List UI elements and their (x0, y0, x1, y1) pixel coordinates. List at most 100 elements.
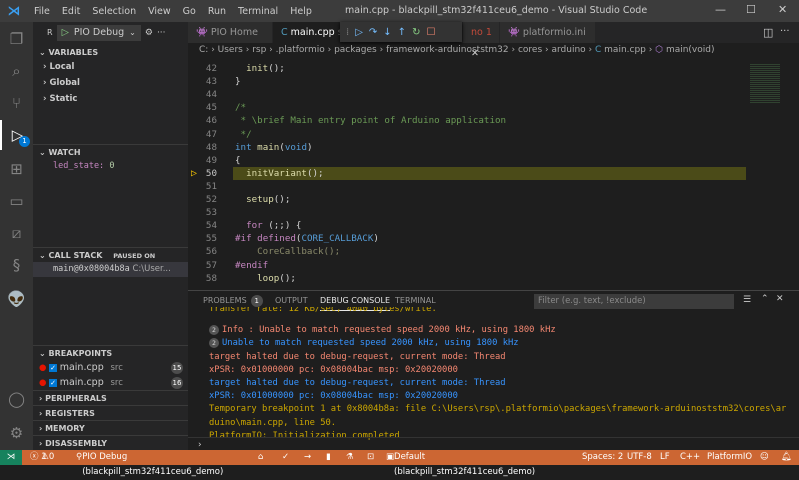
call-stack-frame[interactable]: main@0x08004b8a C:\User... (33, 262, 188, 277)
variables-static[interactable]: › Static (33, 92, 188, 107)
platformio-status[interactable]: PlatformIO (707, 450, 752, 465)
source-control-icon[interactable]: ⑂ (0, 88, 33, 118)
stop-icon[interactable]: ☐ (426, 27, 435, 38)
code-editor[interactable]: 42 init(); 43} 44 45/* 46 * \brief Main entr… (188, 62, 748, 288)
menu-selection[interactable]: Selection (86, 6, 142, 17)
maximize-panel-icon[interactable]: ⌃ (761, 294, 769, 304)
clean-trash-icon[interactable]: ▮ (326, 450, 331, 465)
tab-main-cpp[interactable]: C main.cpp s (273, 22, 343, 43)
registers-header[interactable]: › REGISTERS (33, 405, 188, 420)
menu-view[interactable]: View (142, 6, 177, 17)
environment-status[interactable]: ▣ Default (blackpill_stm32f411ceu6_demo) (386, 450, 535, 477)
debug-config-select[interactable]: ▷ PIO Debug ⌄ (56, 24, 141, 41)
debug-status[interactable]: ⚲ PIO Debug (blackpill_stm32f411ceu6_dem… (76, 450, 223, 477)
menu-edit[interactable]: Edit (56, 6, 86, 17)
code-line[interactable]: 47 */ (188, 128, 748, 141)
close-window-button[interactable]: ✕ (778, 3, 787, 16)
code-line[interactable]: 45 /* (188, 101, 748, 114)
extensions-icon[interactable]: ⊞ (0, 154, 33, 184)
build-check-icon[interactable]: ✓ (282, 450, 289, 465)
code-line[interactable]: 55 #if defined(CORE_CALLBACK) (188, 232, 748, 245)
tab-hidden[interactable]: no 1 ✕ (463, 22, 499, 59)
watch-header[interactable]: ⌄ WATCH (33, 144, 188, 159)
disassembly-header[interactable]: › DISASSEMBLY (33, 435, 188, 450)
code-line[interactable]: 56 CoreCallback(); (188, 245, 748, 258)
variables-header[interactable]: ⌄ VARIABLES (33, 45, 188, 60)
watch-item[interactable]: led_state: 0 (33, 159, 188, 174)
breadcrumb-item[interactable]: .platformio (276, 45, 325, 55)
menu-help[interactable]: Help (284, 6, 318, 17)
home-icon[interactable]: ⌂ (258, 450, 263, 465)
clear-console-icon[interactable]: ☰ (743, 295, 751, 305)
serial-icon[interactable]: § (0, 250, 33, 280)
problems-status[interactable]: ⓧ 1 ⚠ 0 (30, 450, 54, 465)
encoding-status[interactable]: UTF-8 (627, 450, 652, 465)
breakpoint-item[interactable]: ● ✓ main.cpp src 15 (33, 360, 188, 375)
breakpoints-header[interactable]: ⌄ BREAKPOINTS (33, 345, 188, 360)
start-debug-icon[interactable]: ▷ (62, 27, 69, 38)
settings-gear-icon[interactable]: ⚙ (0, 418, 33, 448)
notifications-bell-icon[interactable]: 🔔︎ (781, 450, 792, 465)
serial-monitor-icon[interactable]: ⊡ (367, 450, 374, 465)
variables-local[interactable]: › Local (33, 60, 188, 75)
tab-pio-home[interactable]: 👾 PIO Home (188, 22, 272, 43)
breadcrumb-item[interactable]: packages (334, 45, 377, 55)
account-icon[interactable]: ◯ (0, 384, 33, 414)
language-status[interactable]: C++ (680, 450, 700, 465)
breadcrumb-item[interactable]: cores (518, 45, 542, 55)
tab-platformio-ini[interactable]: 👾 platformio.ini (500, 22, 595, 43)
code-line[interactable]: 51 (188, 180, 748, 193)
code-line[interactable]: 54 for (;;) { (188, 219, 748, 232)
restart-icon[interactable]: ↻ (412, 27, 420, 38)
console-filter-input[interactable]: Filter (e.g. text, !exclude) (534, 294, 734, 309)
code-line[interactable]: 43} (188, 75, 748, 88)
platformio-icon[interactable]: 👽 (0, 284, 33, 314)
call-stack-header[interactable]: ⌄ CALL STACK PAUSED ON BREAKPOINT (33, 247, 188, 276)
close-panel-icon[interactable]: ✕ (776, 294, 784, 304)
code-line[interactable]: 52 setup(); (188, 193, 748, 206)
minimap[interactable] (748, 57, 799, 290)
console-input[interactable]: › (188, 437, 799, 451)
code-line[interactable]: 42 init(); (188, 62, 748, 75)
code-line[interactable]: ▷ 50 initVariant(); (188, 166, 748, 180)
terminal-icon[interactable]: ⧄ (0, 218, 33, 248)
code-line[interactable]: 48 int main(void) (188, 141, 748, 154)
split-editor-icon[interactable]: ◫ (763, 26, 773, 39)
gear-icon[interactable]: ⚙ (145, 28, 153, 38)
step-over-icon[interactable]: ↷ (369, 27, 377, 38)
more-actions-icon[interactable]: ··· (780, 26, 790, 37)
indentation-status[interactable]: Spaces: 2 (582, 450, 623, 465)
run-debug-icon[interactable]: ▷ 1 (0, 120, 33, 150)
remote-explorer-icon[interactable]: ▭ (0, 186, 33, 216)
step-out-icon[interactable]: ↑ (398, 27, 406, 38)
code-line[interactable]: 58 loop(); (188, 272, 748, 285)
eol-status[interactable]: LF (660, 450, 670, 465)
drag-handle-icon[interactable]: ⁞ (346, 27, 349, 38)
peripherals-header[interactable]: › PERIPHERALS (33, 390, 188, 405)
variables-global[interactable]: › Global (33, 76, 188, 91)
breadcrumb-item[interactable]: C: (199, 45, 208, 55)
minimize-button[interactable]: — (715, 3, 726, 16)
menu-terminal[interactable]: Terminal (232, 6, 284, 17)
continue-icon[interactable]: ▷ (355, 27, 363, 38)
menu-run[interactable]: Run (202, 6, 232, 17)
breadcrumb-item[interactable]: framework-arduinoststm32 (386, 45, 509, 55)
remote-icon[interactable]: ⋊ (0, 450, 22, 465)
breadcrumb-item[interactable]: arduino (551, 45, 585, 55)
breadcrumb-item[interactable]: Users (218, 45, 243, 55)
menu-file[interactable]: File (28, 6, 56, 17)
memory-header[interactable]: › MEMORY (33, 420, 188, 435)
maximize-button[interactable]: ☐ (746, 3, 756, 16)
breadcrumb-item[interactable]: rsp (252, 45, 266, 55)
step-into-icon[interactable]: ↓ (383, 27, 391, 38)
breadcrumb-item[interactable]: main(void) (666, 45, 715, 55)
upload-arrow-icon[interactable]: → (304, 450, 311, 465)
code-line[interactable]: 53 (188, 206, 748, 219)
more-actions-icon[interactable]: ··· (157, 28, 166, 38)
feedback-icon[interactable]: ☺ (760, 450, 769, 465)
code-line[interactable]: 49 { (188, 154, 748, 167)
menu-go[interactable]: Go (177, 6, 202, 17)
explorer-icon[interactable]: ❐ (0, 24, 33, 54)
breadcrumb-item[interactable]: main.cpp (604, 45, 646, 55)
test-icon[interactable]: ⚗ (346, 450, 354, 465)
